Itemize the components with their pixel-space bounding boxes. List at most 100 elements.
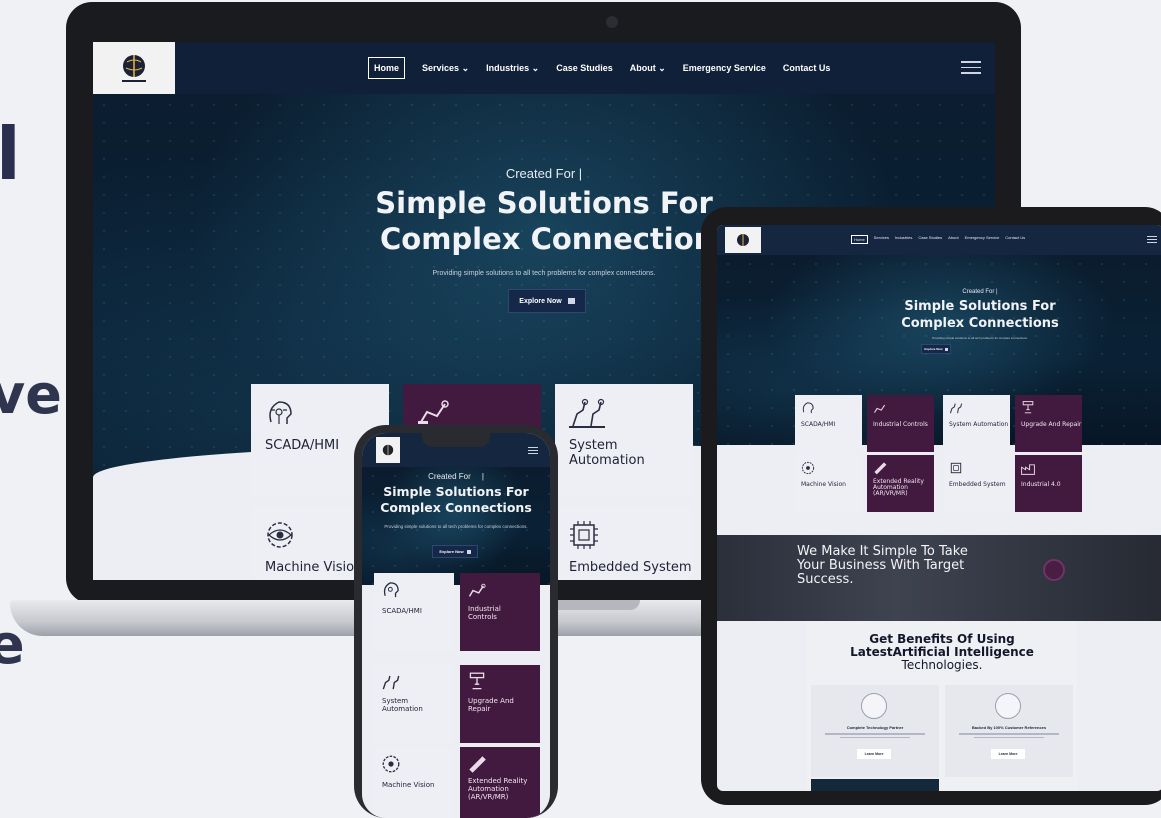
nav-industries[interactable]: Industries bbox=[895, 235, 912, 244]
hero-created-for: Created For | bbox=[962, 289, 998, 295]
service-label-industrial-controls: Industrial Controls bbox=[468, 605, 501, 621]
explore-now-button[interactable]: Explore Now bbox=[508, 289, 586, 313]
tablet-promo-banner: We Make It Simple To Take Your Business … bbox=[717, 535, 1161, 621]
tablet-brand-logo[interactable] bbox=[725, 227, 761, 253]
service-tile-extended-reality[interactable]: Extended Reality Automation (AR/VR/MR) bbox=[867, 455, 934, 512]
target-icon bbox=[861, 693, 887, 719]
eye-gear-icon bbox=[267, 522, 293, 548]
phone-brand-logo[interactable] bbox=[376, 437, 400, 463]
service-tile-industrial-controls[interactable]: Industrial Controls bbox=[867, 395, 934, 452]
circuit-brain-icon bbox=[269, 401, 292, 424]
main-menu: Home Services ⌄ Industries ⌄ Case Studie… bbox=[368, 57, 830, 79]
refresh-icon bbox=[995, 693, 1021, 719]
tablet-navigation: Home Services Industries Case Studies Ab… bbox=[717, 225, 1161, 255]
benefits-section: Get Benefits Of Using LatestArtificial I… bbox=[807, 621, 1077, 791]
chip-icon bbox=[570, 521, 598, 549]
service-tile-machine-vision[interactable]: Machine Vision bbox=[795, 455, 862, 512]
nav-case-studies[interactable]: Case Studies bbox=[556, 63, 613, 73]
service-label-embedded-system: Embedded System bbox=[949, 481, 1006, 488]
chip-icon bbox=[950, 462, 962, 474]
explore-now-label: Explore Now bbox=[439, 549, 464, 554]
repair-tools-icon bbox=[469, 672, 485, 690]
service-tile-scada[interactable]: SCADA/HMI bbox=[374, 573, 454, 651]
tablet-hero-section: Created For | Simple Solutions For Compl… bbox=[717, 255, 1161, 445]
nav-about[interactable]: About ⌄ bbox=[630, 63, 666, 74]
nav-emergency-service[interactable]: Emergency Service bbox=[965, 235, 1000, 244]
nav-home[interactable]: Home bbox=[851, 235, 868, 244]
edge-letter-1: l bbox=[0, 112, 21, 196]
robot-arms-icon bbox=[569, 398, 605, 428]
factory-gear-icon bbox=[1021, 464, 1035, 475]
service-tile-system-automation[interactable]: System Automation bbox=[374, 665, 454, 743]
robot-arm-icon bbox=[468, 583, 486, 597]
tablet-device: Home Services Industries Case Studies Ab… bbox=[701, 207, 1161, 805]
benefit-card-customer-references: Backed By 100% Customer References Learn… bbox=[945, 685, 1073, 777]
brand-logo[interactable] bbox=[93, 42, 175, 94]
arrow-right-icon bbox=[567, 298, 575, 304]
service-label-embedded-system: Embedded System bbox=[569, 560, 692, 575]
service-tile-scada[interactable]: SCADA/HMI bbox=[795, 395, 862, 452]
repair-tools-icon bbox=[1022, 401, 1034, 414]
chevron-down-icon: ⌄ bbox=[531, 62, 540, 73]
phone-device: Created For | Simple Solutions For Compl… bbox=[354, 425, 558, 818]
service-label-extended-reality: Extended Reality Automation (AR/VR/MR) bbox=[468, 777, 528, 801]
phone-notch bbox=[422, 433, 490, 447]
benefit-card-technology-partner: Complete Technology Partner Learn More bbox=[811, 685, 939, 777]
service-label-machine-vision: Machine Vision bbox=[265, 560, 363, 575]
nav-contact-us[interactable]: Contact Us bbox=[1005, 235, 1025, 244]
arrow-right-icon bbox=[944, 347, 948, 351]
service-tile-industrial-controls[interactable]: Industrial Controls bbox=[460, 573, 540, 651]
service-label-scada: SCADA/HMI bbox=[265, 438, 340, 453]
learn-more-button[interactable]: Learn More bbox=[991, 749, 1025, 759]
eye-gear-icon bbox=[382, 755, 400, 773]
robot-arms-icon bbox=[949, 403, 963, 414]
benefits-title: Get Benefits Of Using LatestArtificial I… bbox=[807, 633, 1077, 672]
explore-now-button[interactable]: Explore Now bbox=[432, 545, 478, 558]
service-tile-system-automation[interactable]: System Automation bbox=[555, 384, 693, 496]
service-label-system-automation: System Automation bbox=[382, 697, 423, 713]
service-tile-embedded-system[interactable]: Embedded System bbox=[555, 506, 693, 580]
service-label-machine-vision: Machine Vision bbox=[382, 781, 435, 789]
benefit-card-description bbox=[959, 733, 1059, 741]
laptop-camera bbox=[606, 16, 618, 28]
phone-screen: Created For | Simple Solutions For Compl… bbox=[362, 433, 550, 818]
nav-home[interactable]: Home bbox=[368, 57, 406, 79]
brain-logo-icon bbox=[122, 55, 146, 82]
hamburger-menu-icon[interactable] bbox=[1147, 236, 1157, 244]
promo-banner-text: We Make It Simple To Take Your Business … bbox=[797, 544, 968, 587]
service-tile-machine-vision[interactable]: Machine Vision bbox=[374, 747, 454, 818]
service-tile-upgrade-repair[interactable]: Upgrade And Repair bbox=[1015, 395, 1082, 452]
nav-emergency-service[interactable]: Emergency Service bbox=[683, 63, 766, 73]
service-label-scada: SCADA/HMI bbox=[801, 421, 836, 428]
service-tile-industrial-40[interactable]: Industrial 4.0 bbox=[1015, 455, 1082, 512]
hamburger-menu-icon[interactable] bbox=[528, 447, 538, 455]
service-tile-extended-reality[interactable]: Extended Reality Automation (AR/VR/MR) bbox=[460, 747, 540, 818]
service-label-extended-reality: Extended Reality Automation (AR/VR/MR) bbox=[873, 478, 924, 497]
explore-now-label: Explore Now bbox=[924, 347, 943, 351]
nav-case-studies[interactable]: Case Studies bbox=[918, 235, 942, 244]
hero-headline-line-2: Complex Connections bbox=[901, 316, 1059, 331]
nav-industries-label: Industries bbox=[486, 62, 530, 73]
explore-now-button[interactable]: Explore Now bbox=[921, 344, 951, 354]
arrow-right-icon bbox=[466, 549, 471, 554]
nav-services-label: Services bbox=[422, 62, 460, 73]
vr-headset-icon bbox=[874, 462, 887, 475]
chevron-down-icon: ⌄ bbox=[658, 62, 666, 73]
service-label-scada: SCADA/HMI bbox=[382, 607, 422, 615]
service-tile-system-automation[interactable]: System Automation bbox=[943, 395, 1010, 452]
nav-services[interactable]: Services ⌄ bbox=[422, 63, 469, 74]
service-tile-embedded-system[interactable]: Embedded System bbox=[943, 455, 1010, 512]
hamburger-menu-icon[interactable] bbox=[961, 61, 981, 75]
nav-contact-us[interactable]: Contact Us bbox=[783, 63, 831, 73]
learn-more-button[interactable]: Learn More bbox=[857, 749, 891, 759]
nav-industries[interactable]: Industries ⌄ bbox=[486, 63, 539, 74]
service-tile-upgrade-repair[interactable]: Upgrade And Repair bbox=[460, 665, 540, 743]
phone-hero-section: Created For | Simple Solutions For Compl… bbox=[362, 467, 550, 585]
benefit-card-description bbox=[825, 733, 925, 741]
hero-created-for: Created For | bbox=[505, 166, 583, 181]
nav-services[interactable]: Services bbox=[874, 235, 889, 244]
robot-arms-icon bbox=[382, 675, 400, 690]
nav-about[interactable]: About bbox=[948, 235, 958, 244]
play-video-button[interactable] bbox=[1043, 559, 1065, 581]
explore-now-label: Explore Now bbox=[519, 297, 562, 305]
